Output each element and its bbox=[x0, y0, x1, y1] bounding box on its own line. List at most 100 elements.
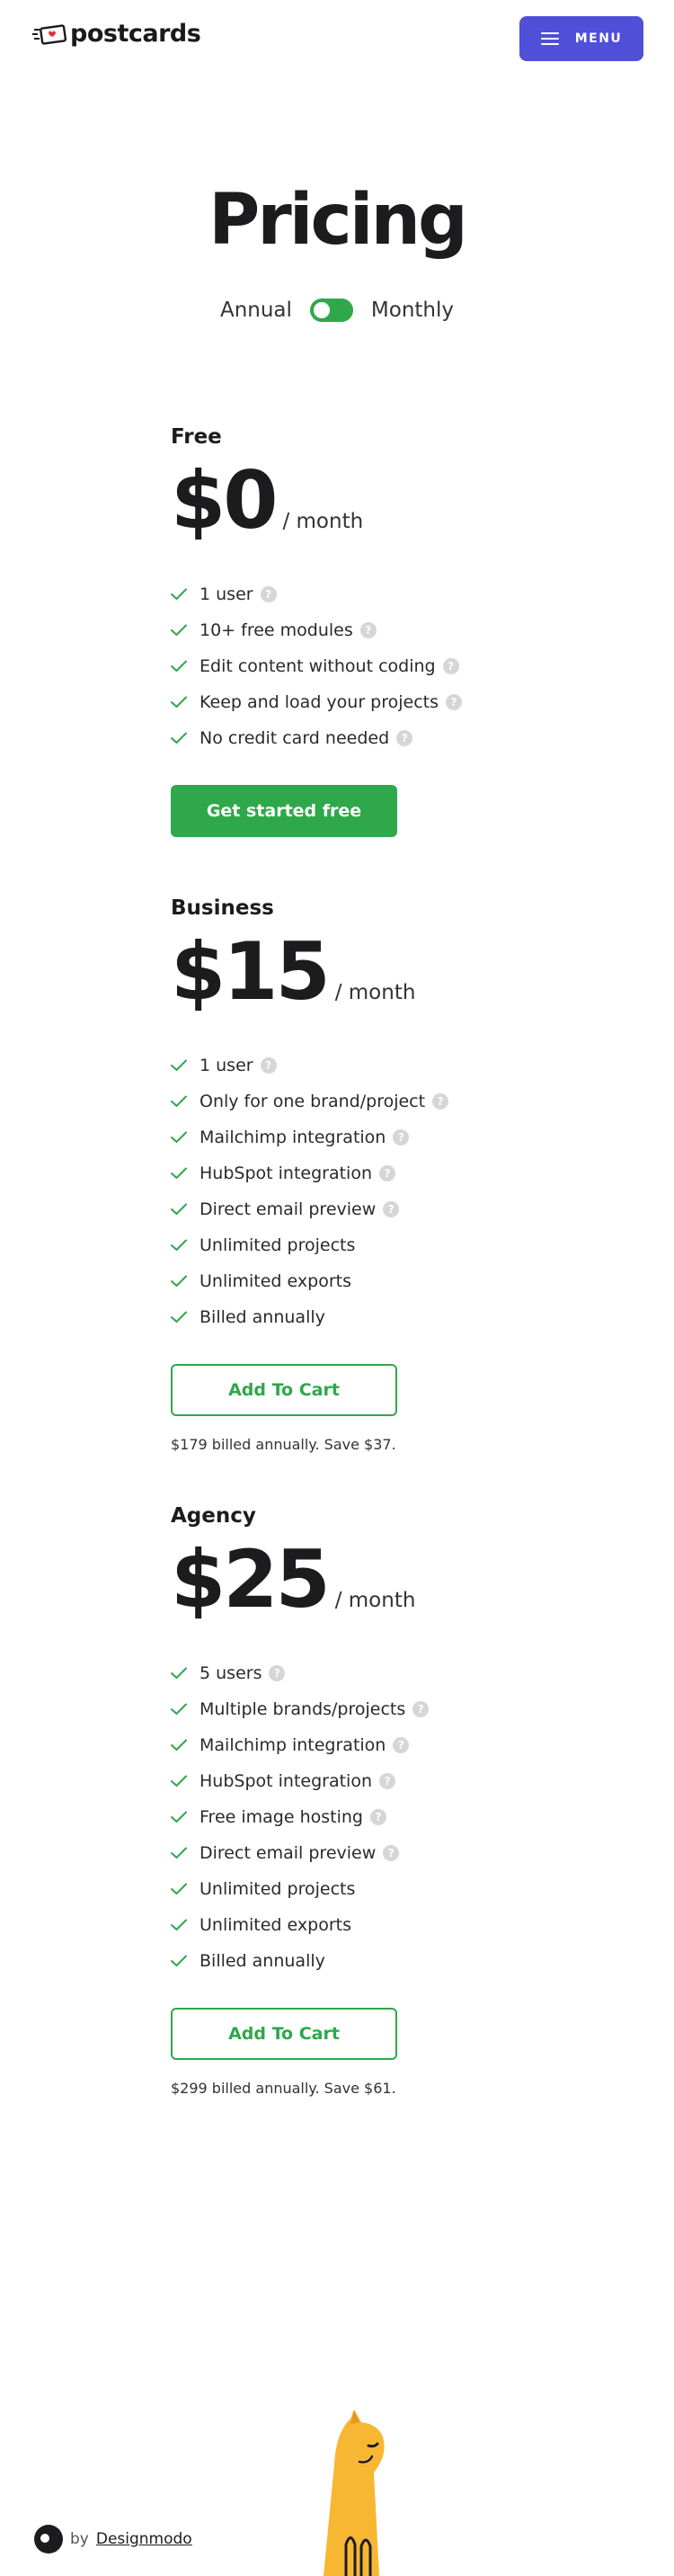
check-icon bbox=[171, 624, 187, 636]
footer-credit: by Designmodo bbox=[34, 2525, 192, 2554]
help-icon[interactable]: ? bbox=[379, 1165, 395, 1181]
plan-period: / month bbox=[282, 510, 364, 533]
check-icon bbox=[171, 1131, 187, 1143]
check-icon bbox=[171, 1311, 187, 1323]
feature-text: Multiple brands/projects bbox=[200, 1699, 406, 1719]
feature-text: Mailchimp integration bbox=[200, 1735, 386, 1755]
cat-illustration bbox=[324, 2410, 385, 2576]
feature-text: Only for one brand/project bbox=[200, 1092, 426, 1111]
check-icon bbox=[171, 1775, 187, 1787]
help-icon[interactable]: ? bbox=[359, 622, 377, 638]
help-icon[interactable]: ? bbox=[379, 1773, 395, 1789]
feature-text: Billed annually bbox=[200, 1307, 325, 1327]
feature-text: Unlimited exports bbox=[200, 1915, 351, 1935]
help-icon[interactable]: ? bbox=[412, 1701, 430, 1717]
help-icon[interactable]: ? bbox=[383, 1845, 400, 1861]
plan-agency: Agency $25 / month 5 users ? Multiple br… bbox=[171, 1504, 530, 2097]
feature-item: Unlimited exports bbox=[171, 1263, 530, 1299]
check-icon bbox=[171, 1955, 187, 1966]
postcard-logo-icon bbox=[32, 23, 67, 45]
designmodo-link[interactable]: Designmodo bbox=[96, 2530, 192, 2548]
feature-list: 1 user ? 10+ free modules ? Edit content… bbox=[171, 576, 530, 756]
help-icon[interactable]: ? bbox=[269, 1665, 286, 1681]
feature-text: HubSpot integration bbox=[200, 1771, 372, 1791]
hamburger-icon bbox=[540, 32, 559, 45]
toggle-knob bbox=[313, 302, 330, 318]
help-icon[interactable]: ? bbox=[393, 1129, 410, 1145]
help-icon[interactable]: ? bbox=[442, 658, 459, 674]
check-icon bbox=[171, 1059, 187, 1071]
check-icon bbox=[171, 696, 187, 708]
feature-list: 5 users ? Multiple brands/projects ? Mai… bbox=[171, 1655, 530, 1979]
check-icon bbox=[171, 1703, 187, 1715]
feature-text: Free image hosting bbox=[200, 1807, 363, 1827]
check-icon bbox=[171, 1667, 187, 1679]
feature-item: 10+ free modules ? bbox=[171, 612, 530, 648]
plan-price: $25 bbox=[171, 1533, 331, 1626]
feature-item: Unlimited exports bbox=[171, 1907, 530, 1943]
feature-item: Free image hosting ? bbox=[171, 1799, 530, 1835]
price-row: $0 / month bbox=[171, 461, 530, 540]
menu-label: MENU bbox=[574, 31, 623, 46]
feature-item: 5 users ? bbox=[171, 1655, 530, 1691]
feature-item: 1 user ? bbox=[171, 576, 530, 612]
help-icon[interactable]: ? bbox=[396, 730, 413, 746]
billing-toggle[interactable] bbox=[309, 299, 353, 322]
feature-item: Unlimited projects bbox=[171, 1227, 530, 1263]
help-icon[interactable]: ? bbox=[260, 586, 277, 602]
menu-button[interactable]: MENU bbox=[519, 16, 643, 61]
billing-annual-label[interactable]: Annual bbox=[220, 299, 292, 322]
feature-text: Unlimited exports bbox=[200, 1271, 351, 1291]
feature-list: 1 user ? Only for one brand/project ? Ma… bbox=[171, 1047, 530, 1335]
logo[interactable]: postcards bbox=[32, 20, 201, 48]
plan-free: Free $0 / month 1 user ? 10+ free module… bbox=[171, 425, 530, 837]
billing-monthly-label[interactable]: Monthly bbox=[371, 299, 454, 322]
check-icon bbox=[171, 588, 187, 600]
billing-toggle-row: Annual Monthly bbox=[0, 299, 674, 322]
help-icon[interactable]: ? bbox=[369, 1809, 386, 1825]
feature-item: Billed annually bbox=[171, 1943, 530, 1979]
add-to-cart-button[interactable]: Add To Cart bbox=[171, 1364, 397, 1416]
feature-text: Direct email preview bbox=[200, 1843, 377, 1863]
feature-item: Billed annually bbox=[171, 1299, 530, 1335]
feature-item: Mailchimp integration ? bbox=[171, 1119, 530, 1155]
feature-text: 1 user bbox=[200, 584, 253, 604]
get-started-free-button[interactable]: Get started free bbox=[171, 785, 397, 837]
check-icon bbox=[171, 1811, 187, 1823]
check-icon bbox=[171, 1847, 187, 1858]
check-icon bbox=[171, 1919, 187, 1930]
logo-text: postcards bbox=[70, 20, 201, 48]
feature-item: Only for one brand/project ? bbox=[171, 1083, 530, 1119]
plan-name: Free bbox=[171, 425, 222, 449]
feature-text: 10+ free modules bbox=[200, 620, 353, 640]
help-icon[interactable]: ? bbox=[393, 1737, 410, 1753]
feature-text: Direct email preview bbox=[200, 1199, 377, 1219]
plan-name: Agency bbox=[171, 1504, 256, 1528]
feature-item: Mailchimp integration ? bbox=[171, 1727, 530, 1763]
feature-text: 5 users bbox=[200, 1663, 262, 1683]
check-icon bbox=[171, 1203, 187, 1215]
feature-item: Multiple brands/projects ? bbox=[171, 1691, 530, 1727]
check-icon bbox=[171, 1095, 187, 1107]
help-icon[interactable]: ? bbox=[446, 694, 463, 710]
feature-text: Edit content without coding bbox=[200, 656, 436, 676]
help-icon[interactable]: ? bbox=[432, 1093, 449, 1110]
designmodo-icon bbox=[34, 2525, 63, 2554]
check-icon bbox=[171, 1275, 187, 1287]
plan-price: $15 bbox=[171, 925, 331, 1018]
feature-item: 1 user ? bbox=[171, 1047, 530, 1083]
feature-text: Billed annually bbox=[200, 1951, 325, 1971]
check-icon bbox=[171, 1239, 187, 1251]
feature-text: Unlimited projects bbox=[200, 1879, 356, 1899]
help-icon[interactable]: ? bbox=[383, 1201, 400, 1217]
feature-text: 1 user bbox=[200, 1056, 253, 1075]
plan-period: / month bbox=[334, 1589, 416, 1612]
check-icon bbox=[171, 1739, 187, 1751]
page-title: Pricing bbox=[208, 180, 468, 261]
feature-item: HubSpot integration ? bbox=[171, 1763, 530, 1799]
add-to-cart-button[interactable]: Add To Cart bbox=[171, 2008, 397, 2060]
feature-item: No credit card needed ? bbox=[171, 720, 530, 756]
feature-item: Direct email preview ? bbox=[171, 1835, 530, 1871]
billing-note: $179 billed annually. Save $37. bbox=[171, 1436, 396, 1453]
help-icon[interactable]: ? bbox=[260, 1057, 277, 1074]
